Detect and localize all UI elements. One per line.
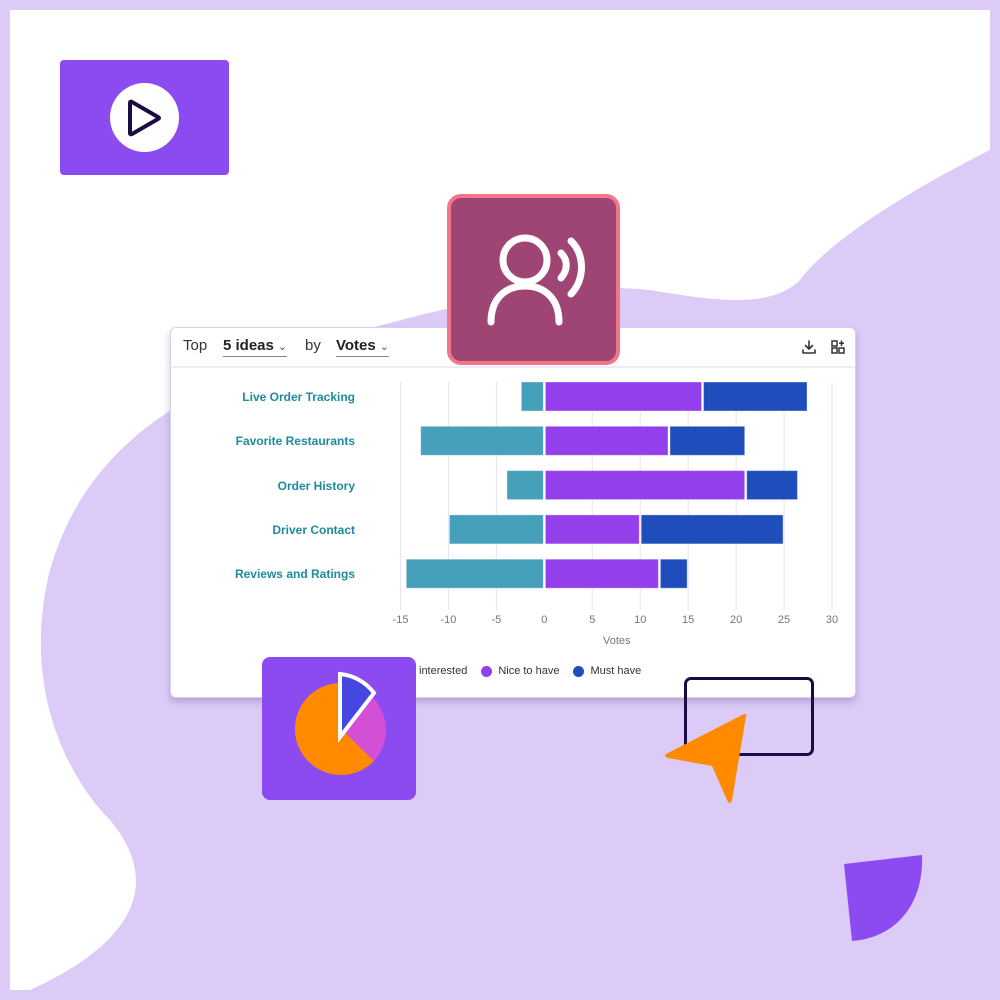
x-tick-label: -5 [491, 614, 502, 626]
pie-chart-tile [262, 657, 416, 800]
bar-nice-to-have[interactable] [544, 425, 669, 456]
bar-nice-to-have[interactable] [544, 470, 746, 501]
legend-dot-nice-to-have [481, 665, 493, 677]
bar-must-have[interactable] [703, 381, 808, 412]
bar-nice-to-have[interactable] [544, 381, 703, 412]
x-tick-label: 10 [634, 614, 647, 626]
bar-nice-to-have[interactable] [544, 514, 640, 545]
cursor-arrow-icon [665, 713, 747, 803]
x-tick-label: 30 [825, 614, 839, 626]
play-video-icon [128, 99, 161, 137]
bar-interested[interactable] [420, 425, 544, 456]
x-axis-title: Votes [603, 635, 631, 647]
legend-dot-must-have [573, 665, 585, 677]
category-label[interactable]: Order History [278, 479, 355, 493]
x-tick-label: 20 [729, 614, 743, 626]
stacked-bar-chart [400, 381, 833, 610]
bar-interested[interactable] [448, 514, 544, 545]
bar-must-have[interactable] [659, 558, 688, 589]
bar-must-have[interactable] [746, 470, 798, 501]
x-tick-label: 0 [541, 614, 548, 626]
x-tick-label: -15 [392, 614, 409, 626]
legend-item-must-have[interactable]: Must have [590, 665, 641, 677]
top-ideas-widget: Top 5 ideas ⌄ by Votes ⌄ Live Order Tracki… [170, 327, 856, 698]
bar-interested[interactable] [405, 558, 544, 589]
legend-item-nice-to-have[interactable]: Nice to have [498, 665, 559, 677]
x-tick-label: -10 [440, 614, 457, 626]
x-tick-label: 5 [589, 614, 596, 626]
speaking-user-icon [487, 234, 585, 326]
legend: interested Nice to have Must have [419, 665, 641, 677]
category-label[interactable]: Reviews and Ratings [235, 567, 355, 581]
bar-must-have[interactable] [669, 425, 746, 456]
category-label[interactable]: Live Order Tracking [242, 390, 355, 404]
bar-interested[interactable] [520, 381, 544, 412]
speaking-user-tile [447, 194, 620, 365]
quarter-circle-shape [844, 855, 923, 941]
pie-chart-icon [294, 671, 387, 775]
bar-must-have[interactable] [640, 514, 784, 545]
x-tick-label: 25 [777, 614, 791, 626]
bar-interested[interactable] [506, 470, 544, 501]
video-tile[interactable] [60, 60, 229, 175]
category-label[interactable]: Favorite Restaurants [236, 434, 355, 448]
x-tick-label: 15 [682, 614, 695, 626]
legend-item-interested[interactable]: interested [419, 665, 467, 677]
bar-nice-to-have[interactable] [544, 558, 659, 589]
play-button[interactable] [110, 83, 179, 152]
category-label[interactable]: Driver Contact [272, 523, 355, 537]
